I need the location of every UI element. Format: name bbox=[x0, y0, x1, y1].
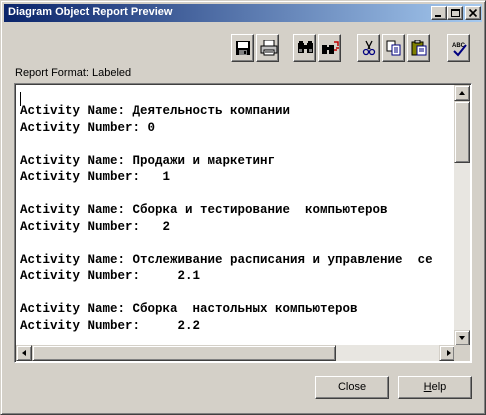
window-title: Diagram Object Report Preview bbox=[8, 6, 173, 18]
scrollbar-corner bbox=[454, 345, 470, 361]
scroll-up-button[interactable] bbox=[454, 85, 470, 101]
cut-icon bbox=[362, 40, 376, 56]
close-icon bbox=[468, 8, 478, 18]
replace-icon bbox=[322, 41, 339, 54]
spell-check-icon: ABC bbox=[452, 43, 467, 57]
cut-button[interactable] bbox=[357, 34, 380, 62]
report-line: Activity Name: Сборка настольных компьют… bbox=[20, 302, 358, 316]
paste-icon bbox=[411, 40, 427, 56]
help-button-label: elp bbox=[431, 381, 447, 393]
report-content[interactable]: Activity Name: Деятельность компании Acti… bbox=[18, 87, 454, 345]
arrow-right-icon bbox=[447, 350, 451, 356]
report-line: Activity Number: 0 bbox=[20, 120, 156, 135]
vertical-scrollbar[interactable] bbox=[454, 85, 470, 346]
report-line: Activity Name: Продажи и маркетинг bbox=[20, 153, 276, 168]
minimize-icon bbox=[435, 15, 441, 17]
toolbar-search-group bbox=[293, 34, 343, 62]
close-button-label: Close bbox=[337, 381, 367, 393]
copy-icon bbox=[386, 40, 401, 56]
help-button[interactable]: Help bbox=[398, 376, 472, 399]
arrow-down-icon bbox=[459, 336, 465, 340]
paste-button[interactable] bbox=[407, 34, 430, 62]
report-line: Activity Name: Отслеживание расписания и… bbox=[20, 252, 433, 267]
report-line: Activity Number: 2.1 bbox=[20, 269, 201, 283]
report-line: Activity Number: 1 bbox=[20, 170, 171, 184]
minimize-button[interactable] bbox=[431, 6, 447, 20]
report-blank-line bbox=[20, 186, 433, 203]
print-button[interactable] bbox=[256, 34, 279, 62]
scroll-down-button[interactable] bbox=[454, 330, 470, 346]
title-bar[interactable]: Diagram Object Report Preview bbox=[4, 4, 482, 22]
toolbar-proofing-group: ABC bbox=[447, 34, 472, 62]
report-blank-line bbox=[20, 136, 433, 153]
close-dialog-button[interactable]: Close bbox=[315, 376, 389, 399]
arrow-up-icon bbox=[459, 91, 465, 95]
scroll-left-button[interactable] bbox=[16, 345, 32, 361]
maximize-button[interactable] bbox=[447, 6, 463, 20]
report-line: Activity Number: 2.2 bbox=[20, 318, 201, 333]
report-blank-line bbox=[20, 285, 433, 302]
save-button[interactable] bbox=[231, 34, 254, 62]
scroll-right-button[interactable] bbox=[439, 345, 455, 361]
toolbar-edit-group bbox=[357, 34, 432, 62]
find-button[interactable] bbox=[293, 34, 316, 62]
replace-button[interactable] bbox=[318, 34, 341, 62]
print-icon bbox=[260, 40, 278, 56]
report-format-label: Report Format: Labeled bbox=[15, 67, 132, 79]
report-lines: Activity Name: Деятельность компании Acti… bbox=[20, 103, 433, 334]
horizontal-scrollbar[interactable] bbox=[16, 345, 455, 361]
spell-check-button[interactable]: ABC bbox=[447, 34, 470, 62]
save-icon bbox=[236, 41, 250, 55]
help-mnemonic: H bbox=[423, 381, 432, 393]
report-blank-line bbox=[20, 235, 433, 252]
vertical-scroll-thumb[interactable] bbox=[454, 101, 470, 163]
report-line: Activity Name: Сборка и тестирование ком… bbox=[20, 203, 388, 217]
report-text-area[interactable]: Activity Name: Деятельность компании Acti… bbox=[14, 83, 472, 363]
report-line: Activity Name: Деятельность компании bbox=[20, 104, 291, 118]
report-line: Activity Number: 2 bbox=[20, 219, 171, 234]
report-preview-window: Diagram Object Report Preview ABC Report… bbox=[0, 0, 486, 415]
copy-button[interactable] bbox=[382, 34, 405, 62]
maximize-icon bbox=[451, 9, 460, 17]
find-icon bbox=[298, 41, 313, 53]
horizontal-scroll-thumb[interactable] bbox=[32, 345, 336, 361]
toolbar-file-group bbox=[231, 34, 281, 62]
close-button[interactable] bbox=[465, 6, 481, 20]
arrow-left-icon bbox=[22, 350, 26, 356]
